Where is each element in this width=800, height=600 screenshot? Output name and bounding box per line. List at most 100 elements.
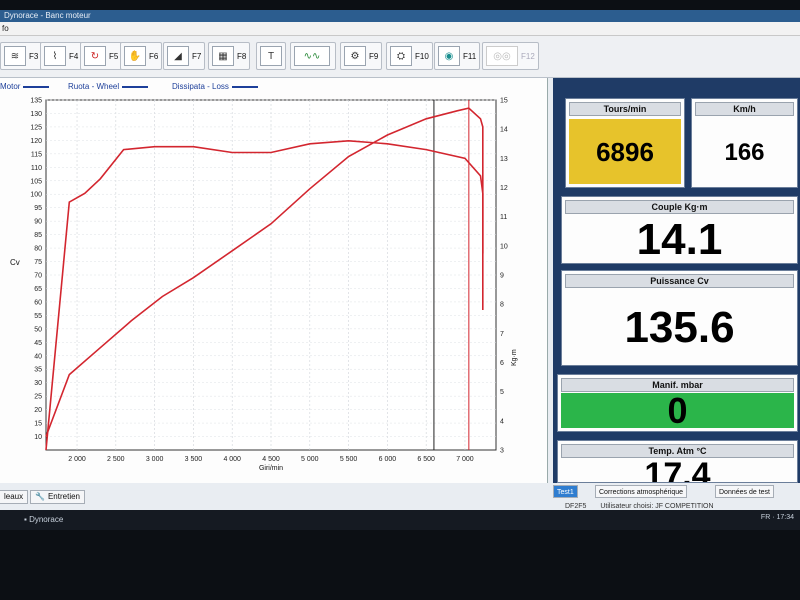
- toolbar-button-f6[interactable]: ✋ F6: [120, 42, 163, 70]
- gauge-manifold: Manif. mbar 0: [557, 374, 798, 432]
- tab-corrections[interactable]: Corrections atmosphérique: [595, 485, 688, 498]
- y-axis-label: Cv: [10, 258, 20, 267]
- status-code: DF2F5: [565, 503, 587, 510]
- x-tick-label: 3 000: [146, 456, 164, 463]
- power-torque-chart[interactable]: 2 000 2 500 3 000 3 500 4 000 4 500 5 000 5 500…: [0, 96, 548, 483]
- gauge-manifold-value: 0: [561, 393, 794, 429]
- y-tick-label: 95: [34, 205, 42, 212]
- legend-wheel[interactable]: Ruota - Wheel: [68, 82, 149, 91]
- toolbar-button-f11[interactable]: ◉ F11: [434, 42, 481, 70]
- y-tick-label: 70: [34, 273, 42, 280]
- x-tick-label: 2 500: [107, 456, 125, 463]
- y2-tick-label: 5: [500, 389, 504, 396]
- legend-loss-line: [231, 85, 258, 88]
- gauge-temperature: Temp. Atm °C 17.4: [557, 440, 798, 483]
- toolbar-button-f3[interactable]: ≋ F3: [0, 42, 43, 70]
- legend: Motor Ruota - Wheel Dissipata - Loss: [0, 82, 548, 94]
- y2-axis-label: Kg·m: [511, 349, 518, 366]
- comparison-icon: ∿∿: [294, 46, 330, 66]
- y-tick-label: 20: [34, 407, 42, 414]
- x-tick-label: 7 000: [456, 456, 474, 463]
- x-tick-label: 6 500: [417, 456, 435, 463]
- toolbar-button-f12[interactable]: ◎◎ F12: [482, 42, 539, 70]
- globe-icon: ◉: [438, 46, 460, 66]
- gauge-power-value: 135.6: [624, 303, 735, 352]
- text-icon: T: [260, 46, 282, 66]
- gearbox-icon: ⛭: [390, 46, 412, 66]
- y-tick-label: 105: [30, 178, 42, 185]
- toolbar: ≋ F3 ⌇ F4 ↻ F5 ✋ F6 ◢ F7 ▦ F8 T ∿∿ ⚙ F9 ⛭ F10 ◉ F…: [0, 36, 800, 78]
- tab-donnees[interactable]: Données de test: [715, 485, 774, 498]
- y-tick-label: 25: [34, 394, 42, 401]
- y-tick-label: 15: [34, 421, 42, 428]
- y2-tick-label: 12: [500, 185, 508, 192]
- toolbar-button-f4[interactable]: ⌇ F4: [40, 42, 83, 70]
- graph-icon: ⌇: [44, 46, 66, 66]
- tab-test[interactable]: Test1: [553, 485, 578, 498]
- toolbar-button-comparison[interactable]: ∿∿: [290, 42, 336, 70]
- toolbar-button-f10[interactable]: ⛭ F10: [386, 42, 433, 70]
- y-tick-label: 50: [34, 326, 42, 333]
- y-tick-label: 35: [34, 367, 42, 374]
- tab-tableaux[interactable]: leaux: [0, 490, 29, 504]
- tab-entretien[interactable]: 🔧 Entretien: [30, 490, 85, 504]
- x-tick-label: 4 000: [223, 456, 241, 463]
- y2-tick-label: 8: [500, 302, 504, 309]
- legend-wheel-line: [122, 85, 149, 88]
- x-tick-label: 5 500: [340, 456, 358, 463]
- y-tick-label: 80: [34, 246, 42, 253]
- y-tick-label: 65: [34, 286, 42, 293]
- y2-tick-label: 3: [500, 448, 504, 455]
- x-tick-label: 4 500: [262, 456, 280, 463]
- toolbar-button-f8[interactable]: ▦ F8: [208, 42, 251, 70]
- dyno-app-window: Dynorace - Banc moteur fo ≋ F3 ⌇ F4 ↻ F5 ✋ F…: [0, 10, 800, 515]
- y2-tick-label: 14: [500, 127, 508, 134]
- toolbar-button-f5[interactable]: ↻ F5: [80, 42, 123, 70]
- y2-tick-label: 11: [500, 214, 507, 221]
- y-tick-label: 75: [34, 259, 42, 266]
- y2-tick-label: 6: [500, 360, 504, 367]
- gauge-torque-value: 14.1: [636, 215, 723, 264]
- toolbar-button-text[interactable]: T: [256, 42, 286, 70]
- gauge-rpm-value: 6896: [569, 119, 681, 184]
- menu-info[interactable]: fo: [2, 24, 9, 33]
- ramp-icon: ◢: [167, 46, 189, 66]
- x-axis-label: Giri/min: [259, 465, 283, 472]
- toolbar-button-f9[interactable]: ⚙ F9: [340, 42, 383, 70]
- reset-icon: ↻: [84, 46, 106, 66]
- y-tick-label: 10: [34, 434, 42, 441]
- taskbar-app[interactable]: ▪ Dynorace: [20, 513, 67, 527]
- y-tick-label: 125: [30, 124, 42, 131]
- x-tick-label: 6 000: [379, 456, 397, 463]
- y-tick-label: 110: [31, 165, 42, 172]
- y-tick-label: 30: [34, 380, 42, 387]
- hand-icon: ✋: [124, 46, 146, 66]
- menu-bar: fo: [0, 22, 800, 36]
- y2-tick-label: 4: [500, 418, 504, 425]
- y2-tick-label: 7: [500, 331, 504, 338]
- x-tick-label: 2 000: [68, 456, 86, 463]
- wrench-icon: 🔧: [35, 492, 45, 501]
- status-user: Utilisateur choisi: JF COMPETITION: [600, 503, 714, 510]
- gauge-temperature-value: 17.4: [644, 456, 711, 483]
- y2-tick-label: 13: [500, 156, 508, 163]
- y-tick-label: 115: [31, 151, 42, 158]
- y-tick-label: 60: [34, 299, 42, 306]
- legend-motor-line: [23, 85, 50, 88]
- y2-tick-label: 15: [500, 98, 508, 105]
- legend-loss[interactable]: Dissipata - Loss: [172, 82, 258, 91]
- y-tick-label: 120: [30, 138, 42, 145]
- y-tick-label: 135: [30, 98, 42, 105]
- roller-icon: ◎◎: [486, 46, 518, 66]
- x-tick-label: 5 000: [301, 456, 319, 463]
- y-tick-label: 55: [34, 313, 42, 320]
- gauge-rpm-label: Tours/min: [569, 102, 681, 116]
- toolbar-button-f7[interactable]: ◢ F7: [163, 42, 206, 70]
- gauge-speed-label: Km/h: [695, 102, 794, 116]
- gauges-panel: Tours/min 6896 Km/h 166 Couple Kg·m 14.1…: [553, 78, 800, 483]
- legend-motor[interactable]: Motor: [0, 82, 50, 91]
- x-tick-label: 3 500: [185, 456, 203, 463]
- table-icon: ▦: [212, 46, 234, 66]
- system-tray[interactable]: FR · 17:34: [761, 514, 794, 521]
- gauge-torque: Couple Kg·m 14.1: [561, 196, 798, 264]
